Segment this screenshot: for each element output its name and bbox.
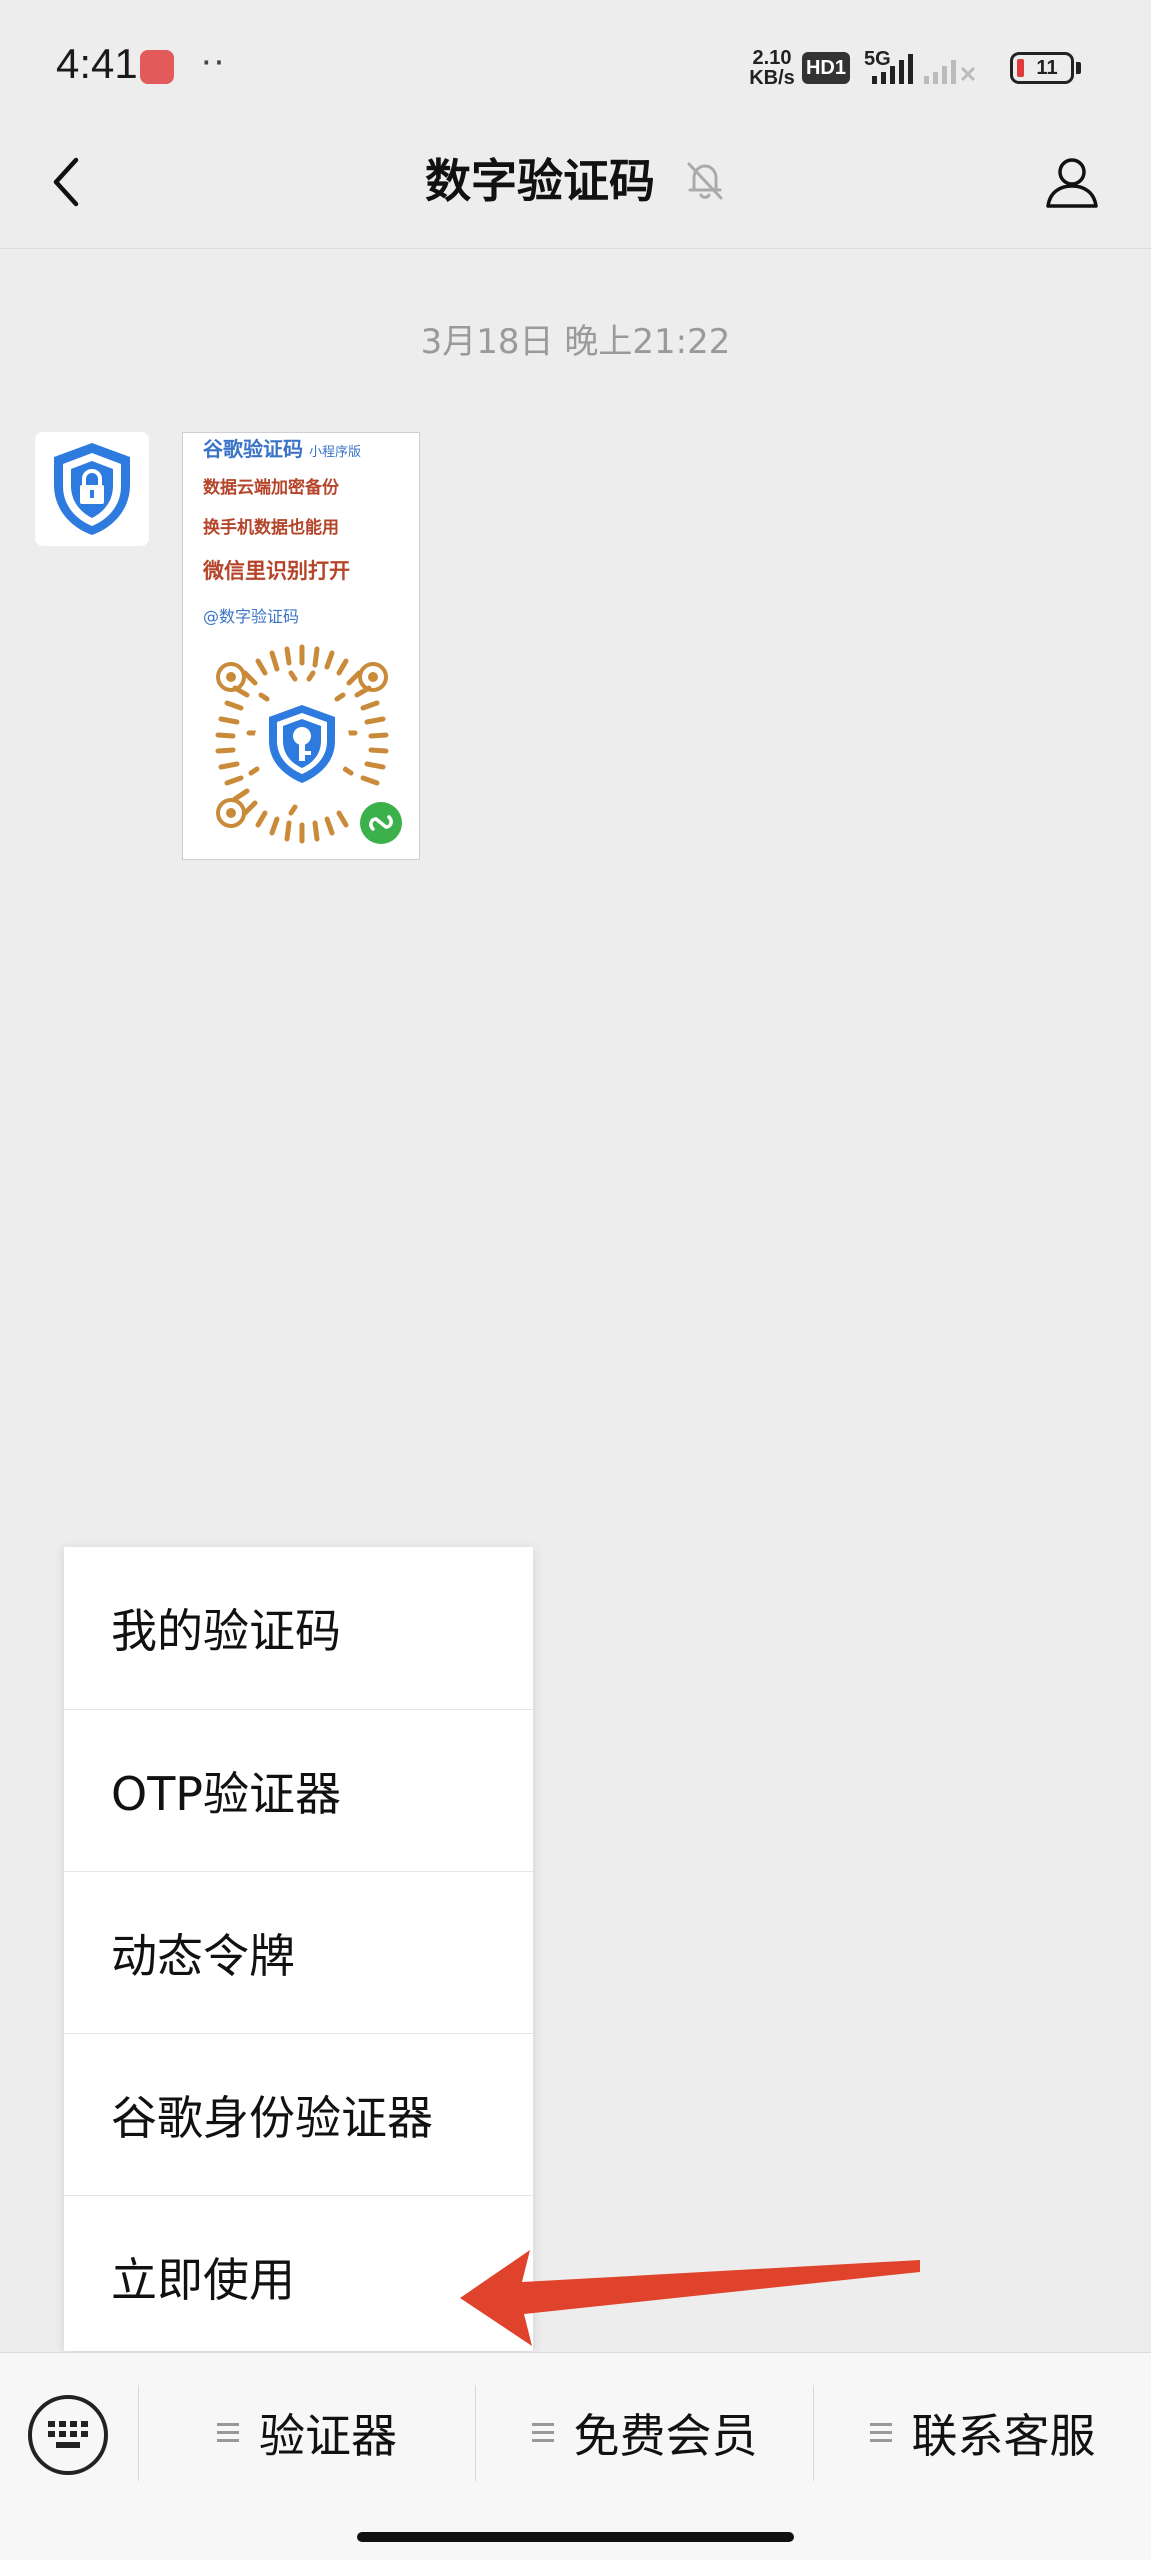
tab-free-membership[interactable]: 免费会员 — [476, 2385, 813, 2481]
bell-off-icon — [687, 162, 723, 200]
person-icon — [1046, 158, 1098, 208]
signal-icon — [872, 54, 976, 84]
menu-lines-icon — [869, 2423, 892, 2443]
mini-program-card[interactable]: 谷歌验证码 小程序版 数据云端加密备份 换手机数据也能用 微信里识别打开 @数字验… — [182, 432, 420, 860]
tab-label: 免费会员 — [573, 2409, 758, 2463]
message-timestamp: 3月18日 晚上21:22 — [420, 322, 731, 362]
tab-label: 验证器 — [259, 2409, 397, 2463]
menu-item-google-authenticator[interactable]: 谷歌身份验证器 — [64, 2034, 533, 2196]
home-indicator[interactable] — [357, 2532, 794, 2542]
battery-icon: 11 — [1010, 52, 1074, 84]
tab-label: 联系客服 — [911, 2409, 1096, 2463]
battery-percent: 11 — [1036, 57, 1058, 79]
nav-divider — [0, 248, 1151, 249]
hd-badge: HD1 — [802, 52, 850, 84]
battery-cap — [1076, 62, 1081, 74]
card-title: 谷歌验证码 小程序版 — [203, 433, 361, 462]
keyboard-icon — [48, 2421, 88, 2448]
chevron-left-icon — [53, 157, 79, 207]
more-notifications-indicator: ·· — [200, 40, 226, 82]
status-time: 4:41 — [56, 40, 138, 87]
profile-button[interactable] — [1036, 146, 1108, 218]
card-headline: 微信里识别打开 — [203, 559, 350, 583]
tab-authenticator[interactable]: 验证器 — [139, 2385, 475, 2481]
nav-bar: 数字验证码 — [0, 120, 1151, 250]
qr-code-icon — [215, 644, 402, 844]
keyboard-toggle-button[interactable] — [28, 2395, 108, 2475]
tab-customer-service[interactable]: 联系客服 — [814, 2385, 1151, 2481]
card-line: 数据云端加密备份 — [203, 478, 339, 498]
card-line: 换手机数据也能用 — [203, 518, 339, 538]
menu-item-otp-authenticator[interactable]: OTP验证器 — [64, 1710, 533, 1872]
menu-item-dynamic-token[interactable]: 动态令牌 — [64, 1872, 533, 2034]
network-speed-value: 2.10 — [752, 47, 792, 69]
card-title-sub: 小程序版 — [309, 445, 362, 460]
menu-popup: 我的验证码 OTP验证器 动态令牌 谷歌身份验证器 立即使用 — [64, 1547, 533, 2351]
back-button[interactable] — [30, 146, 102, 218]
avatar[interactable] — [35, 432, 149, 546]
network-speed: 2.10 KB/s — [742, 48, 802, 88]
menu-item-my-codes[interactable]: 我的验证码 — [64, 1547, 533, 1709]
card-handle: @数字验证码 — [203, 607, 300, 626]
shield-lock-icon — [54, 443, 130, 535]
status-bar: 4:41 ·· 2.10 KB/s HD1 5G 11 — [0, 0, 1151, 140]
annotation-arrow-icon — [460, 2250, 920, 2346]
bottom-menu-bar: 验证器 免费会员 联系客服 — [0, 2352, 1151, 2560]
menu-lines-icon — [217, 2423, 239, 2443]
network-speed-unit: KB/s — [749, 67, 795, 89]
menu-lines-icon — [531, 2423, 554, 2443]
app-notification-icon — [140, 50, 174, 84]
battery-level — [1017, 59, 1024, 77]
card-title-text: 谷歌验证码 — [203, 437, 303, 461]
